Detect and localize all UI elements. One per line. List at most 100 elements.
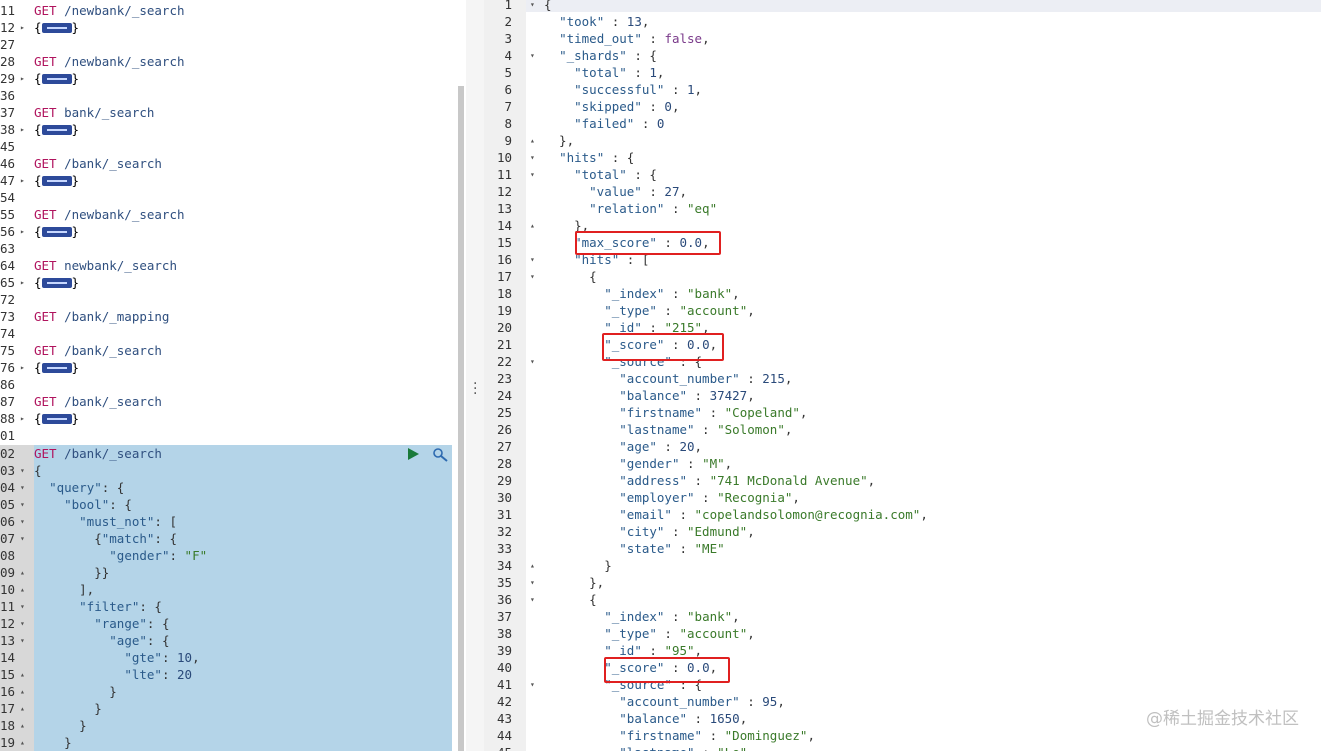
fold-open-icon[interactable]: ▾ <box>530 676 535 693</box>
response-line[interactable]: 31 "email" : "copelandsolomon@recognia.c… <box>484 506 1321 523</box>
collapsed-badge-icon[interactable] <box>41 124 72 135</box>
fold-arrow-icon[interactable]: ▸ <box>20 19 25 36</box>
response-line[interactable]: 28 "gender" : "M", <box>484 455 1321 472</box>
fold-arrow-icon[interactable]: ▸ <box>20 121 25 138</box>
fold-close-icon[interactable]: ▴ <box>20 734 25 751</box>
code-text[interactable]: GET /bank/_search <box>34 445 162 462</box>
fold-arrow-icon[interactable]: ▸ <box>20 70 25 87</box>
fold-arrow-icon[interactable]: ▸ <box>20 359 25 376</box>
json-text[interactable]: "_type" : "account", <box>544 302 755 319</box>
json-text[interactable]: "successful" : 1, <box>544 81 702 98</box>
code-text[interactable]: "lte": 20 <box>34 666 192 683</box>
fold-open-icon[interactable]: ▾ <box>530 251 535 268</box>
request-text[interactable]: GET /bank/_search <box>34 155 162 172</box>
json-text[interactable]: "took" : 13, <box>544 13 649 30</box>
response-line[interactable]: 33 "state" : "ME" <box>484 540 1321 557</box>
request-text[interactable]: GET /bank/_mapping <box>34 308 169 325</box>
fold-open-icon[interactable]: ▾ <box>20 598 25 615</box>
run-request-button[interactable] <box>406 447 420 464</box>
code-text[interactable]: "filter": { <box>34 598 162 615</box>
fold-open-icon[interactable]: ▾ <box>530 574 535 591</box>
fold-open-icon[interactable]: ▾ <box>20 632 25 649</box>
response-line[interactable]: 19 "_type" : "account", <box>484 302 1321 319</box>
response-line[interactable]: 2 "took" : 13, <box>484 13 1321 30</box>
response-line[interactable]: 17 ▾ { <box>484 268 1321 285</box>
response-line[interactable]: 13 "relation" : "eq" <box>484 200 1321 217</box>
request-line[interactable]: 75 GET /bank/_search <box>0 342 450 359</box>
response-line[interactable]: 8 "failed" : 0 <box>484 115 1321 132</box>
collapsed-badge-icon[interactable] <box>41 226 72 237</box>
json-text[interactable]: "address" : "741 McDonald Avenue", <box>544 472 875 489</box>
request-text[interactable]: GET newbank/_search <box>34 257 177 274</box>
fold-open-icon[interactable]: ▾ <box>20 530 25 547</box>
response-line[interactable]: 24 "balance" : 37427, <box>484 387 1321 404</box>
request-line[interactable]: 11 GET /newbank/_search <box>0 2 450 19</box>
response-line[interactable]: 30 "employer" : "Recognia", <box>484 489 1321 506</box>
pane-resizer[interactable]: · · · <box>466 0 484 751</box>
request-line[interactable]: 87 GET /bank/_search <box>0 393 450 410</box>
response-line[interactable]: 35 ▾ }, <box>484 574 1321 591</box>
json-text[interactable]: "firstname" : "Copeland", <box>544 404 807 421</box>
json-text[interactable]: "account_number" : 95, <box>544 693 785 710</box>
json-text[interactable]: "firstname" : "Dominguez", <box>544 727 815 744</box>
response-line[interactable]: 37 "_index" : "bank", <box>484 608 1321 625</box>
code-text[interactable]: } <box>34 683 117 700</box>
request-text[interactable]: GET /newbank/_search <box>34 53 185 70</box>
response-line[interactable]: 10 ▾ "hits" : { <box>484 149 1321 166</box>
json-text[interactable]: "state" : "ME" <box>544 540 724 557</box>
request-text[interactable]: GET /newbank/_search <box>34 206 185 223</box>
fold-open-icon[interactable]: ▾ <box>530 47 535 64</box>
fold-open-icon[interactable]: ▾ <box>530 591 535 608</box>
play-icon[interactable] <box>406 447 420 461</box>
request-editor[interactable]: 11 GET /newbank/_search 12 ▸ {} 27 28 GET /newb… <box>0 0 466 751</box>
collapsed-badge-icon[interactable] <box>41 73 72 84</box>
response-line[interactable]: 27 "age" : 20, <box>484 438 1321 455</box>
fold-close-icon[interactable]: ▴ <box>20 666 25 683</box>
fold-open-icon[interactable]: ▾ <box>530 149 535 166</box>
request-text[interactable]: GET /bank/_search <box>34 342 162 359</box>
json-text[interactable]: } <box>544 557 612 574</box>
code-text[interactable]: "range": { <box>34 615 169 632</box>
json-text[interactable]: "relation" : "eq" <box>544 200 717 217</box>
request-line[interactable]: 37 GET bank/_search <box>0 104 450 121</box>
response-line[interactable]: 18 "_index" : "bank", <box>484 285 1321 302</box>
request-line[interactable]: 55 GET /newbank/_search <box>0 206 450 223</box>
request-text[interactable]: GET /newbank/_search <box>34 2 185 19</box>
json-text[interactable]: "failed" : 0 <box>544 115 664 132</box>
response-line[interactable]: 3 "timed_out" : false, <box>484 30 1321 47</box>
folded-body[interactable]: {} <box>34 274 79 291</box>
json-text[interactable]: "total" : { <box>544 166 657 183</box>
code-text[interactable]: "age": { <box>34 632 169 649</box>
json-text[interactable]: "value" : 27, <box>544 183 687 200</box>
collapsed-badge-icon[interactable] <box>41 413 72 424</box>
fold-close-icon[interactable]: ▴ <box>530 217 535 234</box>
json-text[interactable]: "_shards" : { <box>544 47 657 64</box>
fold-open-icon[interactable]: ▾ <box>20 479 25 496</box>
response-line[interactable]: 25 "firstname" : "Copeland", <box>484 404 1321 421</box>
json-text[interactable]: "_index" : "bank", <box>544 608 739 625</box>
fold-open-icon[interactable]: ▾ <box>20 462 25 479</box>
fold-close-icon[interactable]: ▴ <box>20 683 25 700</box>
response-line[interactable]: 44 "firstname" : "Dominguez", <box>484 727 1321 744</box>
folded-body[interactable]: {} <box>34 410 79 427</box>
response-line[interactable]: 11 ▾ "total" : { <box>484 166 1321 183</box>
json-text[interactable]: "lastname" : "Solomon", <box>544 421 792 438</box>
json-text[interactable]: "hits" : { <box>544 149 634 166</box>
collapsed-badge-icon[interactable] <box>41 22 72 33</box>
fold-close-icon[interactable]: ▴ <box>20 581 25 598</box>
folded-body[interactable]: {} <box>34 70 79 87</box>
collapsed-badge-icon[interactable] <box>41 277 72 288</box>
json-text[interactable]: "gender" : "M", <box>544 455 732 472</box>
collapsed-badge-icon[interactable] <box>41 362 72 373</box>
fold-open-icon[interactable]: ▾ <box>20 513 25 530</box>
request-line[interactable]: 46 GET /bank/_search <box>0 155 450 172</box>
code-text[interactable]: "query": { <box>34 479 124 496</box>
folded-body[interactable]: {} <box>34 121 79 138</box>
code-text[interactable]: }} <box>34 564 109 581</box>
fold-arrow-icon[interactable]: ▸ <box>20 410 25 427</box>
json-text[interactable]: "employer" : "Recognia", <box>544 489 800 506</box>
request-text[interactable]: GET /bank/_search <box>34 393 162 410</box>
fold-arrow-icon[interactable]: ▸ <box>20 223 25 240</box>
response-viewer[interactable]: 1 ▾{2 "took" : 13, 3 "timed_out" : false, 4… <box>484 0 1321 751</box>
request-text[interactable]: GET bank/_search <box>34 104 154 121</box>
